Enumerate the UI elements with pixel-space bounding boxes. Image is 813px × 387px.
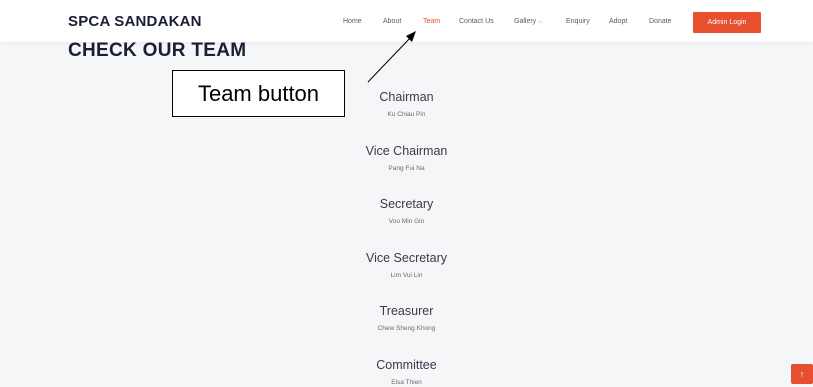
arrow-up-icon: ↑ (799, 369, 805, 379)
callout-arrow-icon (367, 31, 416, 83)
back-to-top-button[interactable]: ↑ (791, 364, 813, 384)
